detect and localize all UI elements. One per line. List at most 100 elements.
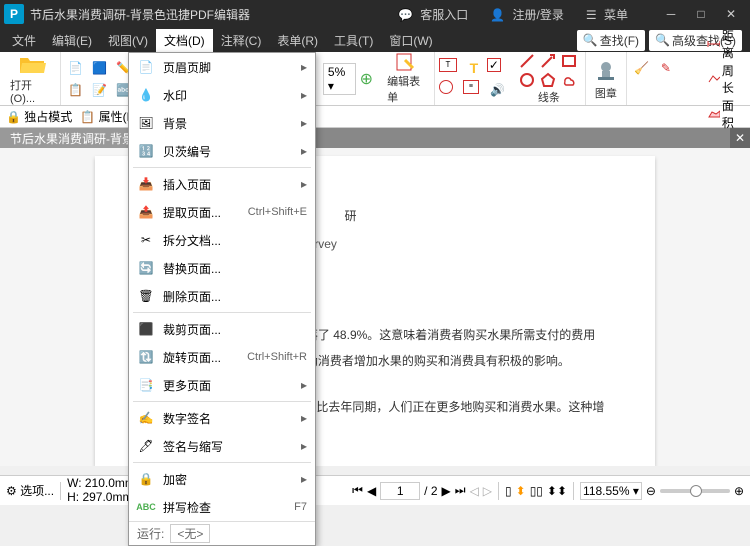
page-width: W: 210.0mm: [67, 477, 135, 490]
prev-page-button[interactable]: ◀: [367, 484, 376, 498]
close-button[interactable]: ✕: [716, 4, 746, 24]
nav-back-button[interactable]: ◁: [470, 484, 479, 498]
login-link[interactable]: 👤 注册/登录: [486, 4, 572, 25]
menu-item-bates[interactable]: 🔢贝茨编号▸: [129, 137, 315, 165]
zoom-select[interactable]: 118.55% ▾: [580, 482, 642, 500]
maximize-button[interactable]: □: [686, 4, 716, 24]
submenu-arrow-icon: ▸: [301, 472, 307, 486]
sound-icon[interactable]: 🔊: [487, 80, 509, 100]
submenu-arrow-icon: ▸: [301, 378, 307, 392]
delete-icon: 🗑: [137, 287, 155, 305]
next-page-button[interactable]: ▶: [442, 484, 451, 498]
distance-tool[interactable]: 距离: [707, 27, 744, 61]
first-page-button[interactable]: ⏮: [352, 483, 363, 498]
stamp-icon[interactable]: [592, 56, 620, 84]
find-button[interactable]: 🔍查找(F): [577, 30, 645, 51]
menu-label: 更多页面: [163, 377, 293, 394]
edit-form-icon[interactable]: [393, 52, 421, 72]
menu-item-encrypt[interactable]: 🔒加密▸: [129, 465, 315, 493]
last-page-button[interactable]: ⏭: [455, 483, 466, 498]
menu-annot[interactable]: 注释(C): [213, 29, 270, 52]
header-icon: 📄: [137, 58, 155, 76]
menu-window[interactable]: 窗口(W): [381, 29, 440, 52]
pencil-icon[interactable]: ✎: [655, 58, 677, 78]
polygon-icon[interactable]: [540, 72, 556, 88]
menu-label: 旋转页面...: [163, 349, 239, 366]
menu-item-header[interactable]: 📄页眉页脚▸: [129, 53, 315, 81]
menu-doc[interactable]: 文档(D): [156, 29, 213, 52]
two-page-icon[interactable]: ▯▯: [530, 484, 543, 498]
menu-item-delete[interactable]: 🗑 删除页面...: [129, 282, 315, 310]
menu-label: 提取页面...: [163, 204, 240, 221]
continuous-icon[interactable]: ⬍: [516, 484, 526, 498]
menu-item-insert[interactable]: 📥插入页面▸: [129, 170, 315, 198]
open-tool[interactable]: 打开(O)...: [4, 52, 61, 105]
single-page-icon[interactable]: ▯: [505, 484, 512, 498]
options-button[interactable]: ⚙ 选项...: [6, 482, 54, 499]
area-tool[interactable]: 面积: [707, 97, 744, 131]
tool-icon[interactable]: 🟦: [89, 58, 111, 78]
signred-icon: 🖊: [137, 437, 155, 455]
radio-icon[interactable]: [439, 80, 453, 94]
text-tool-icon[interactable]: T: [463, 58, 485, 78]
zoom-in-icon[interactable]: ⊕: [360, 69, 373, 89]
zoom-in-button[interactable]: ⊕: [734, 484, 744, 498]
menu-label: 水印: [163, 87, 293, 104]
list-icon[interactable]: ≡: [463, 80, 479, 94]
eraser-icon[interactable]: 🧹: [631, 58, 653, 78]
menu-item-split[interactable]: ✂拆分文档...: [129, 226, 315, 254]
tool-icon[interactable]: 📝: [89, 80, 111, 100]
page-total: / 2: [424, 484, 437, 498]
menu-label: 插入页面: [163, 176, 293, 193]
circle-icon[interactable]: [519, 72, 535, 88]
menu-edit[interactable]: 编辑(E): [44, 29, 100, 52]
menu-item-rotate[interactable]: 🔃旋转页面...Ctrl+Shift+R: [129, 343, 315, 371]
menu-label: 加密: [163, 471, 293, 488]
zoom-dropdown[interactable]: 5% ▾: [323, 63, 356, 95]
menu-item-replace[interactable]: 🔄替换页面...: [129, 254, 315, 282]
text-field-icon[interactable]: T: [439, 58, 457, 72]
arrow-icon[interactable]: [540, 53, 556, 69]
two-cont-icon[interactable]: ⬍⬍: [547, 484, 567, 498]
rect-icon[interactable]: [561, 53, 577, 69]
menu-label: 拆分文档...: [163, 232, 307, 249]
menu-item-spell[interactable]: ABC拼写检查F7: [129, 493, 315, 521]
zoom-slider[interactable]: [660, 489, 730, 493]
document-menu-dropdown: 📄页眉页脚▸💧水印▸🖼背景▸🔢贝茨编号▸📥插入页面▸📤提取页面...Ctrl+S…: [128, 52, 316, 546]
exclusive-mode[interactable]: 🔒 独占模式: [6, 108, 72, 125]
menu-item-more[interactable]: 📑更多页面▸: [129, 371, 315, 399]
menu-item-crop[interactable]: ⬛裁剪页面...: [129, 315, 315, 343]
menu-form[interactable]: 表单(R): [269, 29, 326, 52]
menu-label: 删除页面...: [163, 288, 307, 305]
menu-view[interactable]: 视图(V): [100, 29, 156, 52]
dropdown-footer: 运行:<无>: [129, 521, 315, 545]
tab-close-button[interactable]: ✕: [730, 128, 750, 148]
perimeter-tool[interactable]: 周长: [707, 62, 744, 96]
line-icon[interactable]: [519, 53, 535, 69]
menu-file[interactable]: 文件: [4, 29, 44, 52]
menu-label: 签名与缩写: [163, 438, 293, 455]
submenu-arrow-icon: ▸: [301, 88, 307, 102]
tool-icon[interactable]: 📄: [65, 58, 87, 78]
service-link[interactable]: 💬 客服入口: [394, 4, 476, 25]
minimize-button[interactable]: ─: [656, 4, 686, 24]
menu-item-signred[interactable]: 🖊签名与缩写▸: [129, 432, 315, 460]
page-input[interactable]: [380, 482, 420, 500]
crop-icon: ⬛: [137, 320, 155, 338]
submenu-arrow-icon: ▸: [301, 116, 307, 130]
window-title: 节后水果消费调研-背景色迅捷PDF编辑器: [30, 6, 394, 23]
menu-link[interactable]: ☰ 菜单: [582, 4, 636, 25]
menu-item-water[interactable]: 💧 水印 ▸: [129, 81, 315, 109]
menu-item-bg[interactable]: 🖼背景▸: [129, 109, 315, 137]
tool-icon[interactable]: 📋: [65, 80, 87, 100]
checkbox-icon[interactable]: ✓: [487, 58, 501, 72]
misc-tools: 🧹 ✎: [627, 58, 705, 100]
menu-item-extract[interactable]: 📤提取页面...Ctrl+Shift+E: [129, 198, 315, 226]
zoom-out-button[interactable]: ⊖: [646, 484, 656, 498]
menu-label: 拼写检查: [163, 499, 286, 516]
nav-fwd-button[interactable]: ▷: [483, 484, 492, 498]
water-icon: 💧: [137, 86, 155, 104]
cloud-icon[interactable]: [561, 72, 577, 88]
menu-tool[interactable]: 工具(T): [326, 29, 381, 52]
menu-item-sign[interactable]: ✍数字签名▸: [129, 404, 315, 432]
